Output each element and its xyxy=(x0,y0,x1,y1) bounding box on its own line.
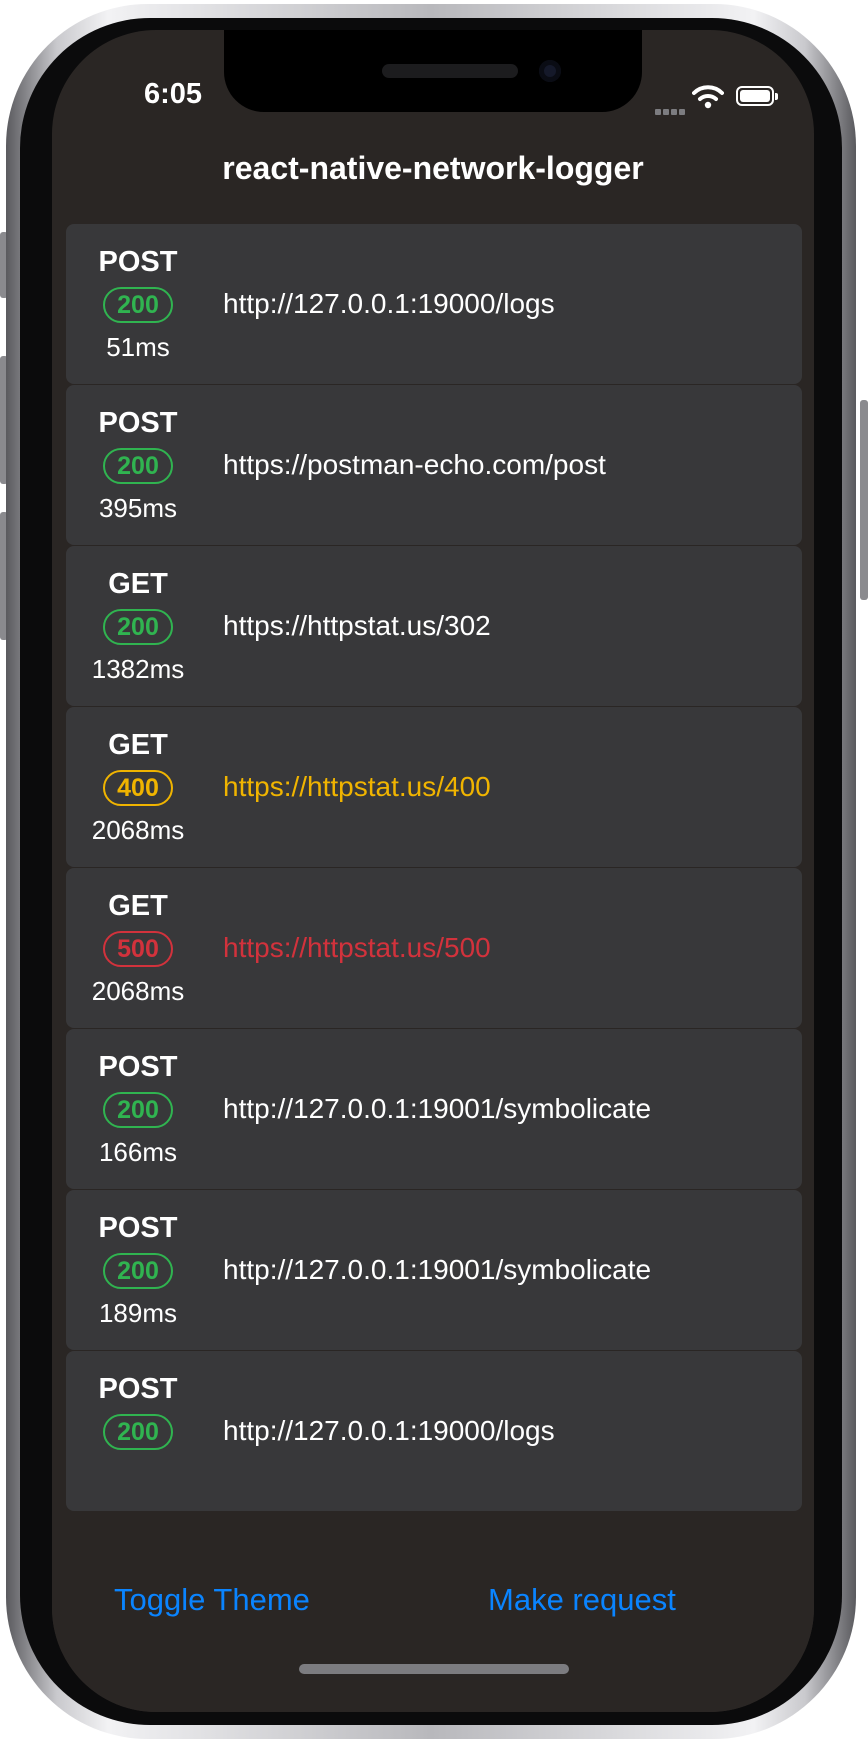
request-url: https://httpstat.us/400 xyxy=(223,771,491,802)
request-url: http://127.0.0.1:19000/logs xyxy=(223,288,555,319)
request-duration: 2068ms xyxy=(91,815,185,845)
request-method: GET xyxy=(108,890,168,922)
status-badge: 500 xyxy=(103,931,173,967)
request-duration: 2068ms xyxy=(91,976,185,1006)
request-summary: POST 200 xyxy=(66,1351,210,1511)
request-row[interactable]: POST 200 51ms http://127.0.0.1:19000/logs xyxy=(66,224,802,384)
status-badge: 200 xyxy=(103,1253,173,1289)
request-summary: GET 200 1382ms xyxy=(66,546,210,706)
request-duration: 166ms xyxy=(98,1137,178,1167)
status-badge: 200 xyxy=(103,448,173,484)
status-badge: 200 xyxy=(103,1092,173,1128)
request-row[interactable]: POST 200 395ms https://postman-echo.com/pos… xyxy=(66,385,802,545)
status-badge: 200 xyxy=(103,609,173,645)
request-duration: 189ms xyxy=(98,1298,178,1328)
request-method: POST xyxy=(98,1212,178,1244)
request-summary: POST 200 51ms xyxy=(66,224,210,384)
request-summary: POST 200 166ms xyxy=(66,1029,210,1189)
battery-icon xyxy=(736,86,778,106)
request-duration: 395ms xyxy=(98,493,178,523)
request-method: POST xyxy=(98,246,178,278)
request-url: http://127.0.0.1:19000/logs xyxy=(223,1415,555,1446)
app-title: react-native-network-logger xyxy=(222,150,644,186)
request-row[interactable]: POST 200 166ms http://127.0.0.1:19001/symbo… xyxy=(66,1029,802,1189)
speaker-grille xyxy=(382,64,518,78)
status-badge: 200 xyxy=(103,287,173,323)
wifi-icon xyxy=(692,85,724,109)
request-row[interactable]: GET 500 2068ms https://httpstat.us/500 xyxy=(66,868,802,1028)
request-duration: 1382ms xyxy=(91,654,185,684)
request-duration: 51ms xyxy=(106,332,170,362)
request-row[interactable]: POST 200 http://127.0.0.1:19000/logs xyxy=(66,1351,802,1511)
request-method: GET xyxy=(108,729,168,761)
status-time: 6:05 xyxy=(143,78,203,110)
make-request-button[interactable]: Make request xyxy=(488,1580,676,1620)
request-row[interactable]: GET 200 1382ms https://httpstat.us/302 xyxy=(66,546,802,706)
toggle-theme-button[interactable]: Toggle Theme xyxy=(114,1580,310,1620)
status-badge: 400 xyxy=(103,770,173,806)
request-url: https://httpstat.us/302 xyxy=(223,610,491,641)
request-summary: POST 200 189ms xyxy=(66,1190,210,1350)
request-method: POST xyxy=(98,1373,178,1405)
request-method: POST xyxy=(98,1051,178,1083)
request-url: https://httpstat.us/500 xyxy=(223,932,491,963)
bottom-toolbar: Toggle Theme Make request xyxy=(52,1558,814,1712)
request-method: GET xyxy=(108,568,168,600)
home-indicator xyxy=(299,1664,569,1674)
front-camera xyxy=(539,60,561,82)
signal-icon xyxy=(655,102,687,120)
power-button xyxy=(860,400,868,600)
request-row[interactable]: GET 400 2068ms https://httpstat.us/400 xyxy=(66,707,802,867)
request-row[interactable]: POST 200 189ms http://127.0.0.1:19001/symbo… xyxy=(66,1190,802,1350)
status-badge: 200 xyxy=(103,1414,173,1450)
request-summary: GET 400 2068ms xyxy=(66,707,210,867)
app-screen: 6:05 react-native-network-logger POST 200… xyxy=(52,30,814,1712)
request-list[interactable]: POST 200 51ms http://127.0.0.1:19000/logs PO… xyxy=(52,216,814,1558)
request-url: http://127.0.0.1:19001/symbolicate xyxy=(223,1254,652,1285)
request-url: http://127.0.0.1:19001/symbolicate xyxy=(223,1093,652,1124)
request-url: https://postman-echo.com/post xyxy=(223,449,606,480)
request-summary: GET 500 2068ms xyxy=(66,868,210,1028)
request-method: POST xyxy=(98,407,178,439)
request-summary: POST 200 395ms xyxy=(66,385,210,545)
